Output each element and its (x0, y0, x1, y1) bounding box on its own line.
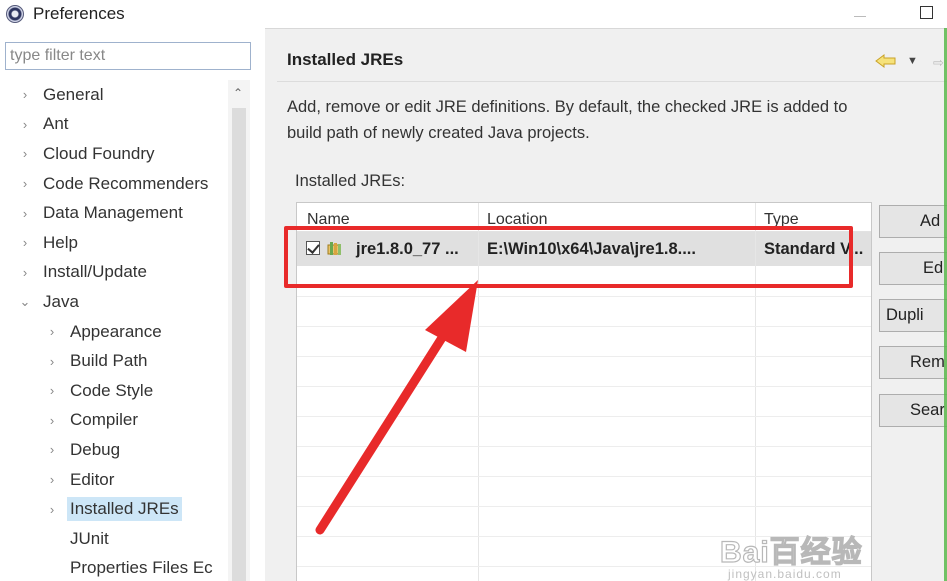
tree-item-label: Code Style (70, 380, 154, 400)
chevron-right-icon[interactable]: › (18, 176, 32, 191)
chevron-down-icon[interactable]: ⌄ (18, 294, 32, 310)
tree-item-compiler[interactable]: › Compiler (0, 406, 228, 436)
tree-item-label: JUnit (70, 528, 109, 548)
tree-scrollbar[interactable]: ⌃ (228, 80, 250, 581)
watermark-logo: Bai百经验 (719, 535, 863, 569)
watermark-url: jingyan.baidu.com (728, 567, 842, 581)
tree-item-label: Data Management (43, 203, 183, 223)
preferences-navigation: › General › Ant › Cloud Foundry › Code Recom… (0, 28, 265, 581)
minimize-icon[interactable] (852, 4, 870, 22)
duplicate-button[interactable]: Dupli (879, 299, 947, 332)
tree-item-label: Java (43, 291, 79, 311)
remove-button[interactable]: Rem (879, 346, 947, 379)
row-divider (297, 476, 871, 477)
chevron-right-icon[interactable]: › (18, 265, 32, 280)
chevron-right-icon[interactable]: › (45, 472, 59, 487)
chevron-right-icon[interactable]: › (45, 502, 59, 517)
row-divider (297, 326, 871, 327)
tree-item-install-update[interactable]: › Install/Update (0, 258, 228, 288)
chevron-right-icon[interactable]: › (18, 117, 32, 132)
tree-item-label: Cloud Foundry (43, 143, 155, 163)
tree-item-label: Properties Files Ec (70, 558, 213, 578)
tree-item-general[interactable]: › General (0, 80, 228, 110)
add-button[interactable]: Ad (879, 205, 947, 238)
installed-jres-label: Installed JREs: (295, 172, 406, 190)
divider (277, 81, 947, 82)
annotation-highlight-box (284, 226, 853, 288)
tree-item-label: Editor (70, 469, 115, 489)
tree-item-code-style[interactable]: › Code Style (0, 376, 228, 406)
tree-item-label: Install/Update (43, 262, 147, 282)
title-bar: Preferences (0, 0, 947, 28)
tree-item-build-path[interactable]: › Build Path (0, 346, 228, 376)
page-title: Installed JREs (287, 50, 404, 69)
tree-item-appearance[interactable]: › Appearance (0, 317, 228, 347)
tree-item-data-management[interactable]: › Data Management (0, 198, 228, 228)
row-divider (297, 296, 871, 297)
tree-item-ant[interactable]: › Ant (0, 110, 228, 140)
chevron-right-icon[interactable]: › (45, 354, 59, 369)
window-title: Preferences (33, 4, 125, 23)
tree-item-label: Build Path (70, 351, 148, 371)
description-line: build path of newly created Java project… (287, 124, 590, 142)
row-divider (297, 506, 871, 507)
tree-item-help[interactable]: › Help (0, 228, 228, 258)
tree-item-label: Code Recommenders (43, 173, 209, 193)
row-divider (297, 386, 871, 387)
description-line: Add, remove or edit JRE definitions. By … (287, 98, 848, 116)
tree-item-label: Ant (43, 114, 69, 134)
tree-item-label: Debug (70, 439, 121, 459)
tree-item-label: Compiler (70, 410, 139, 430)
back-icon[interactable] (875, 53, 897, 69)
tree-item-editor[interactable]: › Editor (0, 465, 228, 495)
tree-item-label: Help (43, 232, 78, 252)
tree-item-debug[interactable]: › Debug (0, 435, 228, 465)
eclipse-icon (6, 5, 24, 23)
row-divider (297, 416, 871, 417)
page-description: Add, remove or edit JRE definitions. By … (287, 94, 947, 146)
maximize-icon[interactable] (920, 6, 933, 19)
chevron-right-icon[interactable]: › (45, 413, 59, 428)
tree-item-label: General (43, 84, 104, 104)
chevron-right-icon[interactable]: › (18, 146, 32, 161)
chevron-right-icon[interactable]: › (18, 235, 32, 250)
dropdown-icon[interactable]: ▼ (907, 55, 918, 67)
tree-item-label: Installed JREs (67, 497, 182, 522)
chevron-right-icon[interactable]: › (45, 383, 59, 398)
divider (265, 28, 947, 29)
edit-button[interactable]: Ed (879, 252, 947, 285)
tree-item-java[interactable]: ⌄ Java (0, 287, 228, 317)
chevron-right-icon[interactable]: › (18, 206, 32, 221)
tree-item-label: Appearance (70, 321, 162, 341)
row-divider (297, 446, 871, 447)
tree-item-junit[interactable]: JUnit (0, 524, 228, 554)
chevron-right-icon[interactable]: › (45, 324, 59, 339)
tree-item-cloud-foundry[interactable]: › Cloud Foundry (0, 139, 228, 169)
search-button[interactable]: Sear (879, 394, 947, 427)
preference-page: Installed JREs ▼ ⇨ Add, remove or edit J… (265, 28, 947, 581)
chevron-right-icon[interactable]: › (45, 442, 59, 457)
preferences-tree: › General › Ant › Cloud Foundry › Code Recom… (0, 80, 228, 581)
row-divider (297, 356, 871, 357)
filter-input[interactable] (5, 42, 251, 70)
scrollbar-thumb[interactable] (232, 108, 246, 581)
tree-item-properties-files-editor[interactable]: Properties Files Ec (0, 554, 228, 581)
tree-item-installed-jres[interactable]: › Installed JREs (0, 494, 228, 524)
chevron-right-icon[interactable]: › (18, 87, 32, 102)
tree-item-code-recommenders[interactable]: › Code Recommenders (0, 169, 228, 199)
scroll-up-icon[interactable]: ⌃ (233, 86, 243, 100)
